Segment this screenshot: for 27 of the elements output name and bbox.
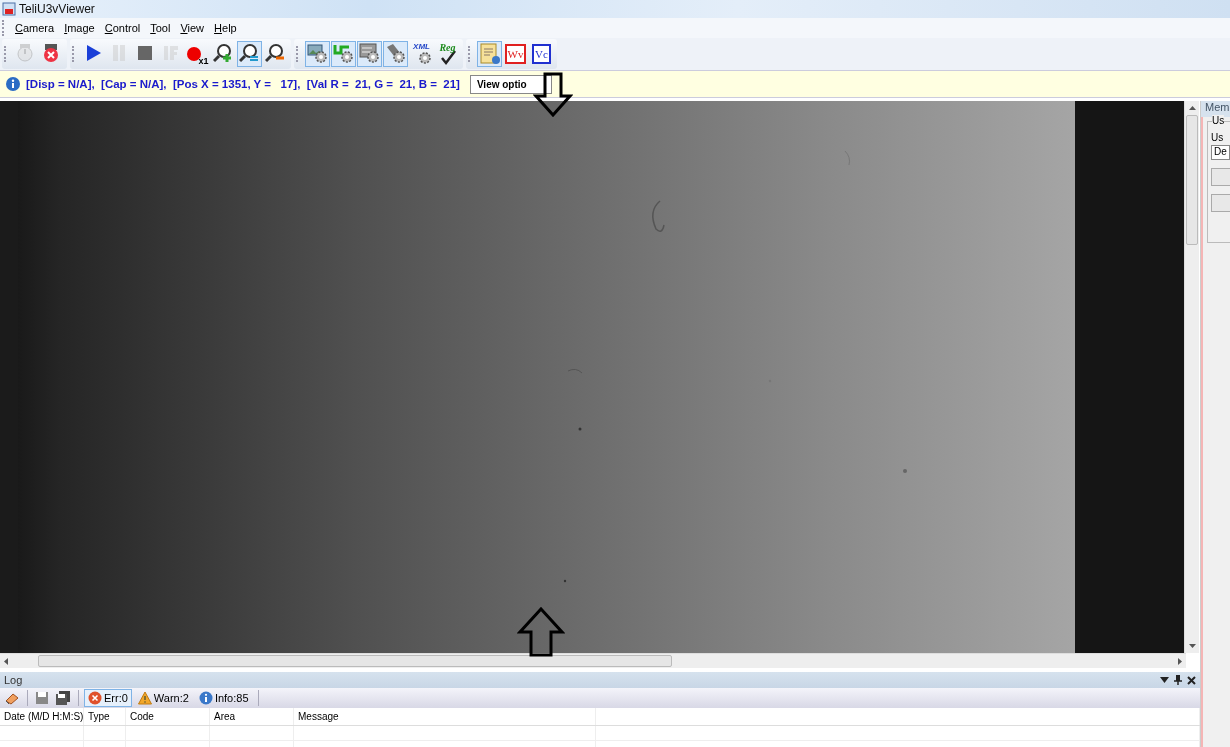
menu-item[interactable]: Help — [209, 22, 242, 34]
column-header[interactable]: Code — [126, 708, 210, 725]
window-title: TeliU3vViewer — [19, 2, 95, 16]
menu-item[interactable]: Tool — [145, 22, 176, 34]
filter-button[interactable]: Err:0 — [84, 689, 132, 707]
status-text: [Disp = N/A], [Cap = N/A], [Pos X = 1351, Y = 17], [Val R = 21, G = 21, B = 21] — [26, 78, 460, 90]
filter-button[interactable]: Warn:2 — [133, 689, 193, 707]
panel-tab[interactable]: Mem — [1201, 101, 1230, 117]
menu-item[interactable]: View — [175, 22, 210, 34]
column-header[interactable]: Message — [294, 708, 596, 725]
menu-item[interactable]: Control — [99, 22, 146, 34]
column-header[interactable]: Area — [210, 708, 294, 725]
panel-title: Log — [4, 674, 23, 686]
field-label: Us — [1211, 132, 1225, 143]
view-options-button[interactable]: View optio — [469, 74, 552, 94]
toolbar-button[interactable]: XML — [409, 41, 434, 67]
column-header[interactable]: Type — [84, 708, 126, 725]
group-label: Us — [1212, 115, 1225, 126]
input-field[interactable]: De — [1211, 145, 1230, 160]
toolbar-button[interactable]: Wv — [503, 41, 528, 67]
menu-item[interactable]: Image — [59, 22, 100, 34]
toolbar-button[interactable]: Reg — [435, 41, 460, 67]
toolbar-button[interactable]: Vc — [529, 41, 554, 67]
menu-item[interactable]: Camera — [10, 22, 60, 34]
toolbar-button[interactable]: x1 — [185, 41, 210, 67]
column-header[interactable]: Date (M/D H:M:S) — [0, 708, 84, 725]
filter-button[interactable]: Info:85 — [194, 689, 253, 707]
